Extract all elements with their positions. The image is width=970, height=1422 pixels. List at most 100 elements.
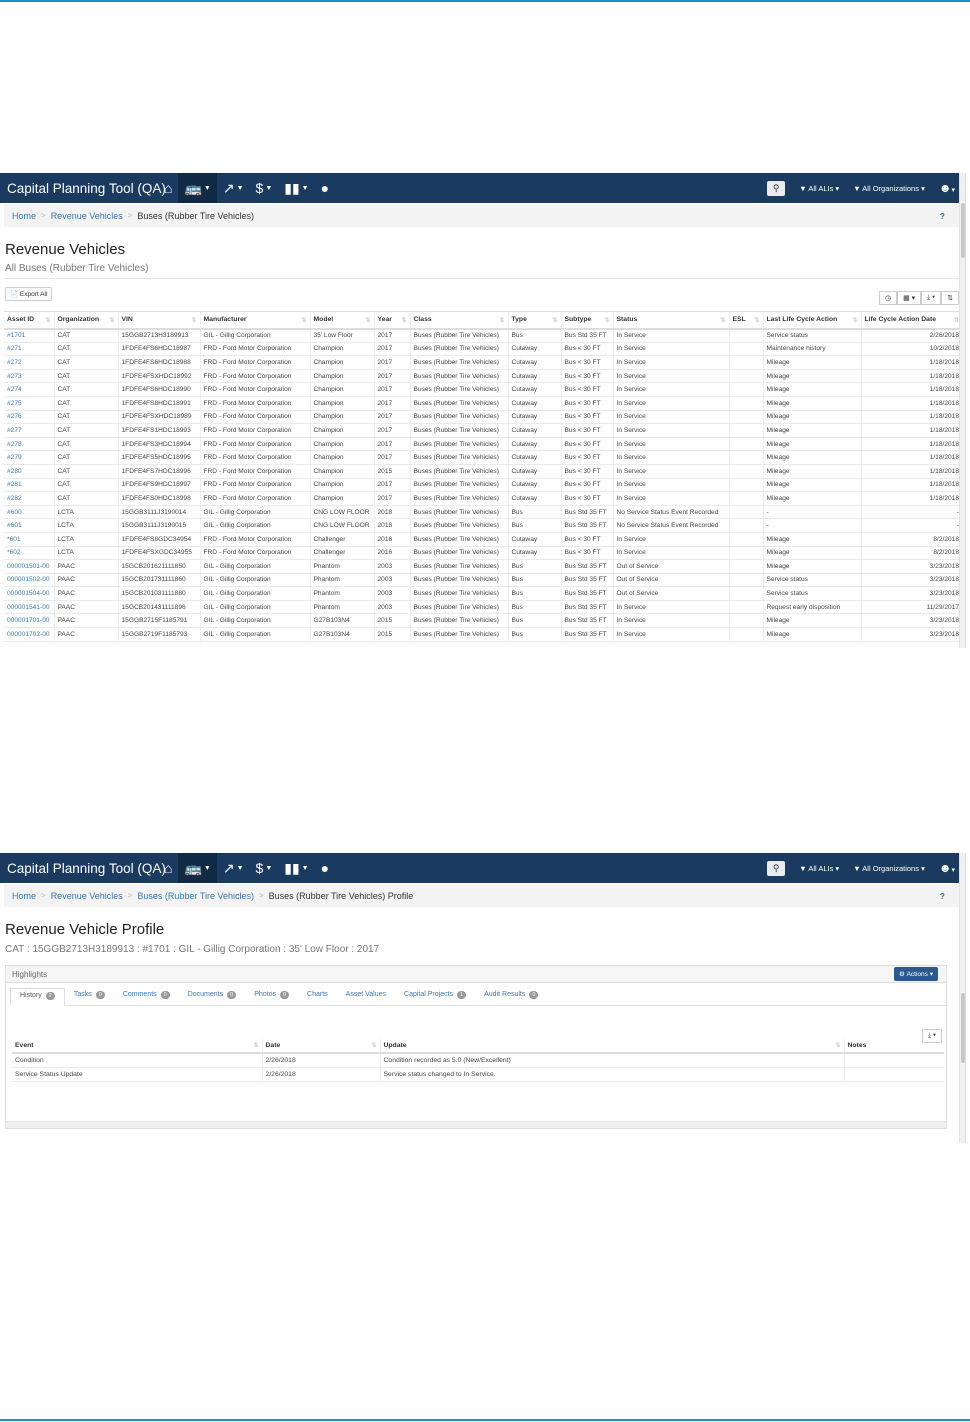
column-header[interactable]: Life Cycle Action Date ⇅ xyxy=(860,311,962,330)
breadcrumb-revenue-vehicles[interactable]: Revenue Vehicles xyxy=(51,211,123,221)
tab-tasks[interactable]: Tasks 0 xyxy=(65,988,114,1005)
sort-icon[interactable]: ⇅ xyxy=(941,291,959,305)
table-row[interactable]: #280 CAT 1FDFE4FS7HDC18996 FRD - Ford Motor… xyxy=(4,464,962,479)
sort-icon[interactable]: ⇅ xyxy=(253,1042,258,1049)
asset-id-link[interactable]: #282 xyxy=(4,491,54,506)
asset-id-link[interactable]: #281 xyxy=(4,478,54,493)
asset-id-link[interactable]: #277 xyxy=(4,423,54,438)
sort-icon[interactable]: ⇅ xyxy=(371,1042,376,1049)
table-row[interactable]: 000001502-00 PAAC 15GCB201731111860 GIL - G… xyxy=(4,573,962,588)
table-row[interactable]: 000001541-00 PAAC 15GCB201431111896 GIL - G… xyxy=(4,600,962,615)
bus-icon[interactable]: 🚌 ▼ xyxy=(178,173,217,203)
tab-asset-values[interactable]: Asset Values xyxy=(337,988,395,1005)
asset-id-link[interactable]: #274 xyxy=(4,382,54,397)
sort-icon[interactable]: ⇅ xyxy=(852,317,857,324)
bar-chart-icon[interactable]: ▮▮ ▼ xyxy=(278,173,314,203)
asset-id-link[interactable]: #278 xyxy=(4,437,54,452)
column-header[interactable]: Date ⇅ xyxy=(261,1039,380,1054)
breadcrumb-buses[interactable]: Buses (Rubber Tire Vehicles) xyxy=(137,891,254,901)
asset-id-link[interactable]: #271 xyxy=(4,342,54,357)
bus-icon[interactable]: 🚌 ▼ xyxy=(178,853,217,883)
sort-icon[interactable]: ⇅ xyxy=(401,317,406,324)
dollar-icon[interactable]: $ ▼ xyxy=(250,173,279,203)
column-header[interactable]: Event ⇅ xyxy=(12,1039,262,1054)
column-header[interactable]: Manufacturer ⇅ xyxy=(199,311,310,330)
table-row[interactable]: *602 LCTA 1FDFE4FSXGDC34955 FRD - Ford Moto… xyxy=(4,546,962,561)
table-row[interactable]: #271 CAT 1FDFE4FS6HDC18987 FRD - Ford Motor… xyxy=(4,342,962,357)
table-row[interactable]: #281 CAT 1FDFE4FS9HDC18997 FRD - Ford Motor… xyxy=(4,478,962,493)
sort-icon[interactable]: ⇅ xyxy=(604,317,609,324)
table-row[interactable]: #601 LCTA 15GGB3111J3190015 GIL - Gillig Co… xyxy=(4,518,962,533)
asset-id-link[interactable]: 000001502-00 xyxy=(4,573,54,588)
asset-id-link[interactable]: 000001504-00 xyxy=(4,586,54,601)
asset-id-link[interactable]: #276 xyxy=(4,410,54,425)
user-icon[interactable]: ☻▾ xyxy=(939,861,955,875)
scrollbar-thumb[interactable] xyxy=(961,993,965,1063)
asset-id-link[interactable]: #600 xyxy=(4,505,54,520)
table-row[interactable]: 000001702-00 PAAC 15GGB2719F1185793 GIL - G… xyxy=(4,627,962,642)
tab-photos[interactable]: Photos 0 xyxy=(245,988,298,1005)
sort-icon[interactable]: ⇅ xyxy=(301,317,306,324)
column-header[interactable]: Asset ID ⇅ xyxy=(4,311,54,330)
help-link[interactable]: ? xyxy=(940,891,945,901)
asset-id-link[interactable]: 000001701-00 xyxy=(4,613,54,629)
sort-icon[interactable]: ⇅ xyxy=(720,317,725,324)
bar-chart-icon[interactable]: ▮▮ ▼ xyxy=(278,853,314,883)
search-icon[interactable]: ⚲ xyxy=(767,180,786,196)
app-brand[interactable]: Capital Planning Tool (QA) xyxy=(0,181,166,196)
tab-documents[interactable]: Documents 0 xyxy=(179,988,245,1005)
chart-line-icon[interactable]: ↗ ▼ xyxy=(217,173,250,203)
asset-id-link[interactable]: #275 xyxy=(4,396,54,411)
asset-id-link[interactable]: #601 xyxy=(4,518,54,533)
table-row[interactable]: #272 CAT 1FDFE4FS6HDC18988 FRD - Ford Motor… xyxy=(4,355,962,370)
dollar-icon[interactable]: $ ▼ xyxy=(250,853,279,883)
globe-icon[interactable]: ● xyxy=(315,853,335,883)
asset-id-link[interactable]: 000001702-00 xyxy=(4,627,54,642)
tab-history[interactable]: History 2 xyxy=(10,988,65,1006)
asset-id-link[interactable]: #272 xyxy=(4,355,54,370)
table-row[interactable]: #279 CAT 1FDFE4FS5HDC18995 FRD - Ford Motor… xyxy=(4,450,962,465)
sort-icon[interactable]: ⇅ xyxy=(499,317,504,324)
actions-button[interactable]: ⚙ Actions ▾ xyxy=(893,967,938,981)
column-header[interactable]: Type ⇅ xyxy=(507,311,561,330)
globe-icon[interactable]: ● xyxy=(315,173,335,203)
download-icon[interactable]: ⤓ ▾ xyxy=(921,291,942,305)
scrollbar-thumb[interactable] xyxy=(961,203,965,258)
asset-id-link[interactable]: *602 xyxy=(4,546,54,561)
sort-icon[interactable]: ⇅ xyxy=(552,317,557,324)
sort-icon[interactable]: ⇅ xyxy=(835,1042,840,1049)
home-icon[interactable]: ⌂ xyxy=(158,173,178,203)
ali-filter[interactable]: ▼ All ALIs ▾ xyxy=(799,864,839,873)
help-link[interactable]: ? xyxy=(940,211,945,221)
sort-icon[interactable]: ⇅ xyxy=(754,317,759,324)
asset-id-link[interactable]: #279 xyxy=(4,450,54,465)
sort-icon[interactable]: ⇅ xyxy=(191,317,196,324)
column-header[interactable]: VIN ⇅ xyxy=(117,311,200,330)
table-row[interactable]: #277 CAT 1FDFE4FS1HDC18993 FRD - Ford Motor… xyxy=(4,423,962,438)
table-row[interactable]: 000001701-00 PAAC 15GGB2715F1185791 GIL - G… xyxy=(4,613,962,629)
table-row[interactable]: #273 CAT 1FDFE4FSXHDC18992 FRD - Ford Motor… xyxy=(4,369,962,384)
asset-id-link[interactable]: *601 xyxy=(4,532,54,547)
table-row[interactable]: 000001504-00 PAAC 15GCB201031111880 GIL - G… xyxy=(4,586,962,601)
vertical-scrollbar[interactable] xyxy=(959,173,965,648)
tab-comments[interactable]: Comments 0 xyxy=(114,988,179,1005)
table-row[interactable]: *601 LCTA 1FDFE4FS8GDC34954 FRD - Ford Moto… xyxy=(4,532,962,547)
tab-charts[interactable]: Charts xyxy=(298,988,337,1005)
organization-filter[interactable]: ▼ All Organizations ▾ xyxy=(853,184,925,193)
table-row[interactable]: #600 LCTA 15GGB3111J3190014 GIL - Gillig Co… xyxy=(4,505,962,520)
column-header[interactable]: Year ⇅ xyxy=(373,311,410,330)
export-all-button[interactable]: 📄 Export All xyxy=(5,287,53,301)
user-icon[interactable]: ☻▾ xyxy=(939,181,955,195)
table-row[interactable]: 000001501-00 PAAC 15GCB201621111850 GIL - G… xyxy=(4,559,962,574)
clock-icon[interactable]: ◷ xyxy=(878,291,898,305)
sort-icon[interactable]: ⇅ xyxy=(365,317,370,324)
breadcrumb-home[interactable]: Home xyxy=(12,211,36,221)
asset-id-link[interactable]: #1701 xyxy=(4,328,54,343)
tab-audit-results[interactable]: Audit Results 0 xyxy=(475,988,547,1005)
chart-line-icon[interactable]: ↗ ▼ xyxy=(217,853,250,883)
breadcrumb-revenue-vehicles[interactable]: Revenue Vehicles xyxy=(51,891,123,901)
table-row[interactable]: #274 CAT 1FDFE4FS6HDC18990 FRD - Ford Motor… xyxy=(4,382,962,397)
asset-id-link[interactable]: #273 xyxy=(4,369,54,384)
column-header[interactable]: Class ⇅ xyxy=(409,311,508,330)
column-header[interactable]: Update ⇅ xyxy=(379,1039,844,1054)
